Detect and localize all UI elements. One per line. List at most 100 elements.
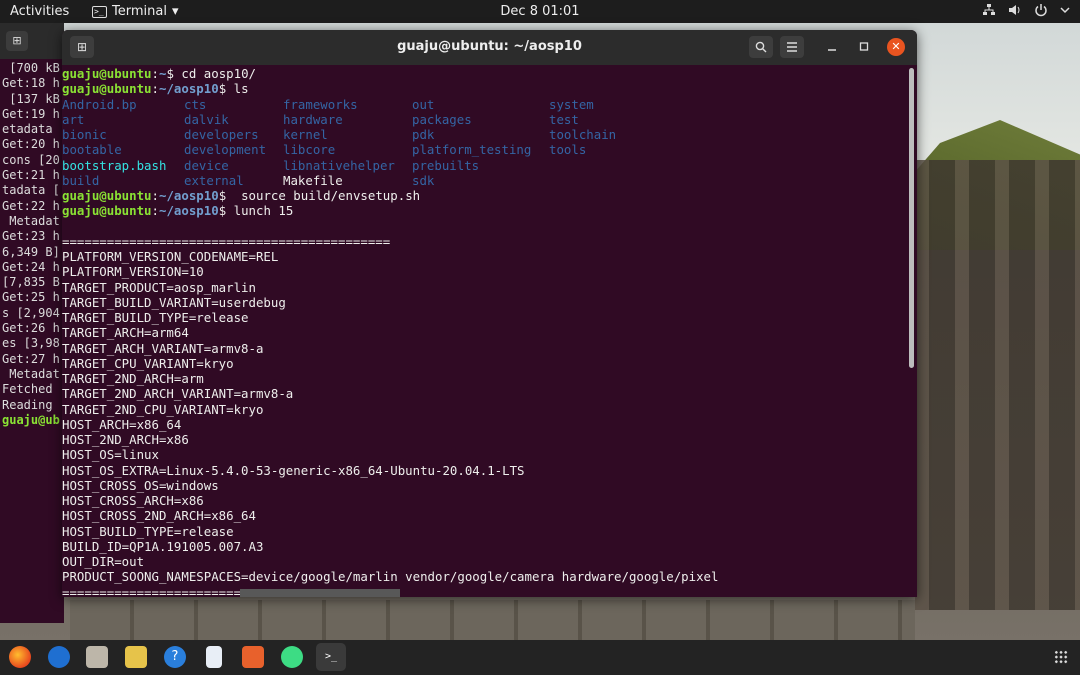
- minimize-icon: [828, 49, 836, 51]
- terminal-app-icon: >_: [92, 5, 107, 18]
- output-line: 6,349 B]: [2, 244, 60, 259]
- output-line: ========================================…: [62, 233, 391, 249]
- ls-entry: out: [412, 96, 435, 112]
- output-line: Get:20 h: [2, 137, 60, 152]
- output-line: Get:27 h: [2, 351, 60, 366]
- ls-output: Android.bp cts frameworks out system art dalvi…: [62, 97, 907, 189]
- prompt-line: guaju@ubuntu:~/aosp10$ ls: [62, 81, 249, 97]
- output-line: [137 kB: [9, 91, 60, 106]
- horizontal-scrollbar[interactable]: [240, 589, 400, 597]
- show-applications-icon[interactable]: [1054, 650, 1068, 664]
- thunderbird-icon[interactable]: [48, 646, 70, 668]
- output-line: TARGET_2ND_CPU_VARIANT=kryo: [62, 401, 264, 417]
- ls-entry: art: [62, 111, 85, 127]
- top-bar: Activities >_ Terminal ▾ Dec 8 01:01: [0, 0, 1080, 23]
- ls-entry: pdk: [412, 127, 435, 142]
- output-line: HOST_OS_EXTRA=Linux-5.4.0-53-generic-x86…: [62, 462, 525, 478]
- maximize-button[interactable]: [852, 36, 876, 58]
- close-button[interactable]: ✕: [887, 38, 905, 56]
- window-titlebar[interactable]: ⊞ guaju@ubuntu: ~/aosp10 ✕: [62, 30, 917, 65]
- ls-entry: test: [549, 111, 579, 127]
- ls-entry: developers: [184, 127, 259, 142]
- ls-entry: bionic: [62, 127, 107, 142]
- ls-entry: bootstrap.bash: [62, 157, 167, 173]
- background-terminal-window[interactable]: ⊞ [700 kB Get:18 h [137 kB Get:19 h etad…: [0, 23, 64, 623]
- firefox-icon[interactable]: [9, 646, 31, 668]
- ls-entry: external: [184, 172, 244, 188]
- output-line: Get:24 h: [2, 259, 60, 274]
- background-terminal-output: [700 kB Get:18 h [137 kB Get:19 h etadat…: [0, 59, 64, 428]
- menu-button[interactable]: [780, 36, 804, 58]
- output-line: HOST_CROSS_ARCH=x86: [62, 493, 204, 508]
- output-line: etadata: [2, 122, 53, 137]
- ls-entry: system: [549, 96, 594, 112]
- output-line: Get:19 h: [2, 106, 60, 121]
- dock: ? >_: [0, 640, 1080, 675]
- output-line: HOST_ARCH=x86_64: [62, 416, 182, 432]
- output-line: PRODUCT_SOONG_NAMESPACES=device/google/m…: [62, 569, 719, 585]
- ls-entry: cts: [184, 96, 207, 112]
- output-line: Metadat: [9, 366, 60, 381]
- app-menu-terminal[interactable]: >_ Terminal ▾: [92, 4, 178, 19]
- ls-entry: tools: [549, 142, 587, 158]
- search-icon: [755, 41, 767, 53]
- output-line: TARGET_CPU_VARIANT=kryo: [62, 355, 234, 371]
- ls-entry: kernel: [283, 127, 328, 142]
- ls-entry: libnativehelper: [283, 157, 395, 173]
- output-line: Get:26 h: [2, 321, 60, 336]
- ls-entry: build: [62, 172, 100, 188]
- output-line: PLATFORM_VERSION=10: [62, 264, 204, 280]
- app-menu-label: Terminal: [112, 4, 167, 19]
- output-line: Fetched: [2, 382, 53, 397]
- ls-entry: dalvik: [184, 111, 229, 127]
- output-line: Metadat: [9, 213, 60, 228]
- output-line: HOST_OS=linux: [62, 447, 159, 463]
- volume-icon: [1009, 5, 1020, 15]
- output-line: Get:21 h: [2, 168, 60, 183]
- hamburger-menu-icon: [787, 42, 797, 52]
- files-icon[interactable]: [86, 646, 108, 668]
- ls-row: build external Makefile sdk: [62, 173, 907, 188]
- output-line: Reading: [2, 397, 53, 412]
- writer-icon[interactable]: [206, 646, 222, 668]
- output-line: HOST_CROSS_OS=windows: [62, 477, 219, 493]
- output-line: TARGET_PRODUCT=aosp_marlin: [62, 279, 256, 295]
- prompt-line: guaju@ub: [2, 412, 60, 427]
- maximize-icon: [859, 42, 869, 51]
- activities-button[interactable]: Activities: [10, 4, 69, 19]
- prompt-line: guaju@ubuntu:~/aosp10$ lunch 15: [62, 203, 294, 219]
- output-line: s [2,904: [2, 305, 60, 320]
- help-icon[interactable]: ?: [164, 646, 186, 668]
- output-line: BUILD_ID=QP1A.191005.007.A3: [62, 538, 264, 554]
- output-line: Get:18 h: [2, 76, 60, 91]
- system-tray[interactable]: [982, 3, 1070, 17]
- ls-entry: prebuilts: [412, 157, 480, 173]
- ls-entry: Makefile: [283, 172, 343, 188]
- minimize-button[interactable]: [820, 36, 844, 58]
- rhythmbox-icon[interactable]: [125, 646, 147, 668]
- output-line: TARGET_ARCH=arm64: [62, 325, 189, 341]
- ls-entry: platform_testing: [412, 142, 532, 158]
- terminal-window[interactable]: ⊞ guaju@ubuntu: ~/aosp10 ✕ guaju@ubuntu:…: [62, 30, 917, 597]
- ls-entry: frameworks: [283, 96, 358, 112]
- vertical-scrollbar[interactable]: [909, 68, 914, 368]
- software-icon[interactable]: [242, 646, 264, 668]
- ls-row: bootable development libcore platform_testi…: [62, 142, 907, 157]
- ls-entry: device: [184, 157, 229, 173]
- output-line: [7,835 B: [2, 275, 60, 290]
- terminal-output[interactable]: guaju@ubuntu:~$ cd aosp10/ guaju@ubuntu:…: [62, 65, 907, 597]
- terminal-icon[interactable]: >_: [316, 643, 346, 671]
- output-line: TARGET_BUILD_TYPE=release: [62, 310, 249, 325]
- prompt-line: guaju@ubuntu:~/aosp10$ source build/envs…: [62, 188, 421, 203]
- output-line: HOST_BUILD_TYPE=release: [62, 523, 234, 539]
- close-icon: ✕: [891, 40, 901, 53]
- android-studio-icon[interactable]: [281, 646, 303, 668]
- chevron-down-icon: [1060, 7, 1070, 14]
- new-tab-icon[interactable]: ⊞: [6, 31, 28, 51]
- ls-entry: [549, 173, 669, 188]
- output-line: TARGET_BUILD_VARIANT=userdebug: [62, 294, 286, 310]
- lunch-output: ========================================…: [62, 234, 718, 597]
- ls-entry: toolchain: [549, 127, 617, 142]
- search-button[interactable]: [749, 36, 773, 58]
- ls-entry: libcore: [283, 142, 336, 158]
